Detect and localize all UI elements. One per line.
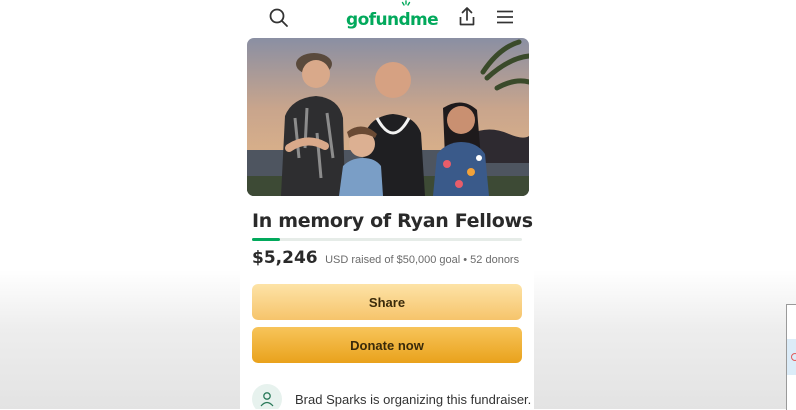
partial-window-edge: [786, 304, 796, 410]
raised-summary: $5,246 USD raised of $50,000 goal • 52 d…: [252, 248, 519, 268]
progress-bar: [252, 238, 522, 241]
gofundme-logo[interactable]: gofundme: [346, 10, 439, 30]
raised-amount: $5,246: [252, 248, 318, 268]
phone-viewport: gofundme In memory of Ryan Fellows $5,24…: [240, 0, 534, 409]
share-upload-icon[interactable]: [454, 4, 480, 30]
donate-now-button[interactable]: Donate now: [252, 327, 522, 363]
organizer-avatar-icon: [252, 384, 282, 409]
organizer-text: Brad Sparks is organizing this fundraise…: [295, 392, 532, 407]
raised-detail: USD raised of $50,000 goal • 52 donors: [325, 254, 520, 266]
logo-sun-icon: [401, 0, 411, 6]
search-icon[interactable]: [266, 5, 292, 31]
progress-fill: [252, 238, 281, 241]
campaign-photo[interactable]: [247, 38, 529, 196]
menu-icon[interactable]: [492, 4, 518, 30]
campaign-title: In memory of Ryan Fellows: [252, 210, 533, 232]
top-navigation-bar: gofundme: [240, 0, 534, 34]
share-button[interactable]: Share: [252, 284, 522, 320]
campaign-photo-illustration: [247, 38, 529, 196]
